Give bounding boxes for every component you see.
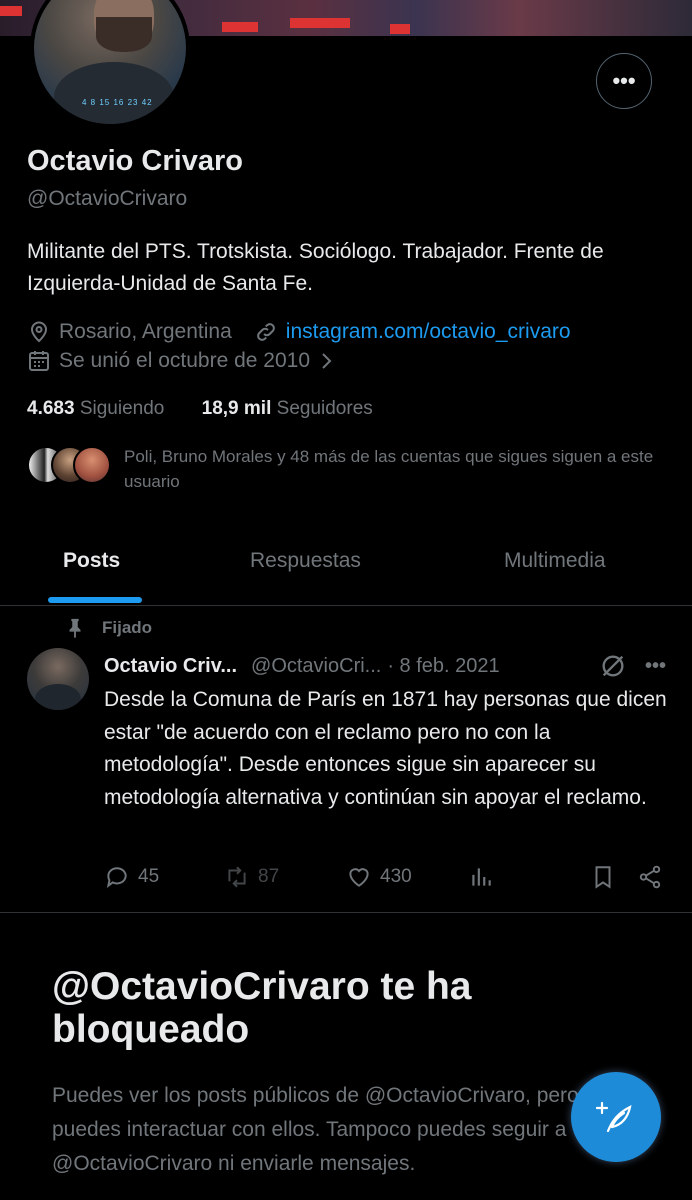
repost-button[interactable]: 87 xyxy=(224,864,279,890)
bookmark-button[interactable] xyxy=(590,864,624,890)
compose-icon xyxy=(596,1101,632,1133)
known-followers-avatars[interactable] xyxy=(27,446,111,484)
blocked-description: Puedes ver los posts públicos de @Octavi… xyxy=(52,1084,608,1175)
reply-icon xyxy=(106,867,127,888)
views-button[interactable] xyxy=(468,864,502,890)
profile-joined-row[interactable]: Se unió el octubre de 2010 xyxy=(27,349,338,373)
post-more-icon[interactable]: ••• xyxy=(645,655,666,678)
profile-joined: Se unió el octubre de 2010 xyxy=(59,349,311,372)
profile-name: Octavio Crivaro xyxy=(27,145,243,177)
tab-posts[interactable]: Posts xyxy=(63,549,120,573)
profile-bio: Militante del PTS. Trotskista. Sociólogo… xyxy=(27,240,604,295)
location-icon xyxy=(30,321,48,343)
profile-link[interactable]: instagram.com/octavio_crivaro xyxy=(286,320,571,344)
profile-location: Rosario, Argentina xyxy=(59,320,232,343)
reply-button[interactable]: 45 xyxy=(104,864,159,890)
post-header: Octavio Criv... @OctavioCri... · 8 feb. … xyxy=(104,652,666,680)
post-date[interactable]: · 8 feb. 2021 xyxy=(387,655,499,678)
post-author-handle[interactable]: @OctavioCri... xyxy=(251,655,381,678)
profile-avatar[interactable]: 4 8 15 16 23 42 xyxy=(30,0,190,128)
tab-respuestas[interactable]: Respuestas xyxy=(250,549,361,573)
like-button[interactable]: 430 xyxy=(346,864,412,890)
profile-meta-row: Rosario, Argentina instagram.com/octavio… xyxy=(27,320,571,344)
chevron-right-icon xyxy=(322,353,332,369)
post-divider xyxy=(0,912,692,913)
calendar-icon xyxy=(29,351,49,371)
profile-handle: @OctavioCrivaro xyxy=(27,187,188,210)
pinned-indicator: Fijado xyxy=(64,617,152,639)
profile-stats: 4.683 Siguiendo 18,9 mil Seguidores xyxy=(27,398,373,420)
pin-icon xyxy=(69,618,81,639)
bookmark-icon xyxy=(595,866,611,889)
avatar-shirt-text: 4 8 15 16 23 42 xyxy=(82,98,153,107)
like-icon xyxy=(349,868,369,887)
more-icon: ••• xyxy=(612,68,636,93)
tab-multimedia[interactable]: Multimedia xyxy=(504,549,606,573)
active-tab-indicator xyxy=(48,597,142,603)
post-author-name[interactable]: Octavio Criv... xyxy=(104,655,237,678)
repost-icon xyxy=(228,866,246,888)
compose-post-button[interactable] xyxy=(571,1072,661,1162)
post-text: Desde la Comuna de París en 1871 hay per… xyxy=(104,688,667,809)
post-actions: 45 87 430 xyxy=(104,864,666,894)
followers-stat[interactable]: 18,9 mil Seguidores xyxy=(202,398,373,419)
link-icon xyxy=(256,323,275,341)
post-author-avatar[interactable] xyxy=(27,648,89,710)
profile-tabs: Posts Respuestas Multimedia xyxy=(0,535,692,606)
grok-icon[interactable] xyxy=(599,652,627,680)
blocked-title: @OctavioCrivaro te ha bloqueado xyxy=(52,965,472,1051)
share-icon xyxy=(639,865,661,889)
share-button[interactable] xyxy=(637,864,671,890)
views-icon xyxy=(472,868,491,886)
known-followers-text[interactable]: Poli, Bruno Morales y 48 más de las cuen… xyxy=(124,444,664,494)
more-options-button[interactable]: ••• xyxy=(596,53,652,109)
following-stat[interactable]: 4.683 Siguiendo xyxy=(27,398,164,419)
